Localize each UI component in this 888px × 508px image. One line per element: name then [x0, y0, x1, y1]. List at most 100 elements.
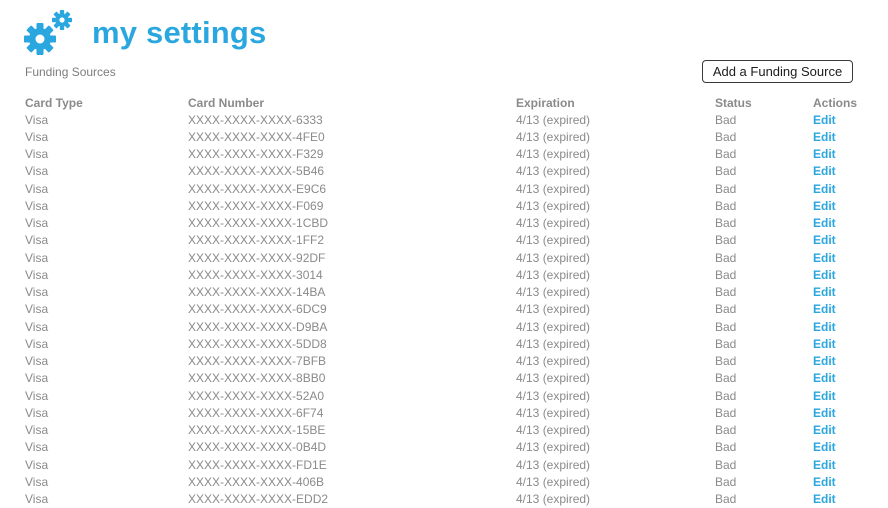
edit-link[interactable]: Edit: [813, 475, 836, 489]
table-row: Visa XXXX-XXXX-XXXX-6333 4/13 (expired) Bad…: [25, 111, 873, 128]
actions-cell: Edit: [813, 491, 873, 508]
expiration-cell: 4/13 (expired): [516, 233, 591, 248]
edit-link[interactable]: Edit: [813, 320, 836, 334]
edit-link[interactable]: Edit: [813, 302, 836, 316]
table-row: Visa XXXX-XXXX-XXXX-7BFB 4/13 (expired) Bad…: [25, 353, 873, 370]
expiration-cell: 4/13 (expired): [516, 285, 591, 300]
edit-link[interactable]: Edit: [813, 268, 836, 282]
edit-link[interactable]: Edit: [813, 147, 836, 161]
expiration-cell: 4/13 (expired): [516, 423, 591, 438]
card-number-cell: XXXX-XXXX-XXXX-D9BA: [188, 319, 328, 334]
column-header-card-number[interactable]: Card Number: [188, 94, 516, 111]
card-type-cell: Visa: [25, 371, 49, 386]
expiration-cell: 4/13 (expired): [516, 147, 591, 162]
actions-cell: Edit: [813, 128, 873, 145]
edit-link[interactable]: Edit: [813, 216, 836, 230]
actions-cell: Edit: [813, 163, 873, 180]
column-header-status[interactable]: Status: [715, 94, 813, 111]
edit-link[interactable]: Edit: [813, 337, 836, 351]
expiration-cell: 4/13 (expired): [516, 112, 591, 127]
expiration-cell: 4/13 (expired): [516, 181, 591, 196]
expiration-cell: 4/13 (expired): [516, 198, 591, 213]
table-body: Visa XXXX-XXXX-XXXX-6333 4/13 (expired) Bad…: [25, 111, 873, 508]
table-row: Visa XXXX-XXXX-XXXX-5DD8 4/13 (expired) Bad…: [25, 335, 873, 352]
card-number-cell: XXXX-XXXX-XXXX-0B4D: [188, 440, 327, 455]
card-type-cell: Visa: [25, 405, 49, 420]
status-cell: Bad: [715, 492, 737, 507]
edit-link[interactable]: Edit: [813, 164, 836, 178]
status-cell: Bad: [715, 457, 737, 472]
actions-cell: Edit: [813, 387, 873, 404]
expiration-cell: 4/13 (expired): [516, 440, 591, 455]
card-type-cell: Visa: [25, 492, 49, 507]
table-row: Visa XXXX-XXXX-XXXX-8BB0 4/13 (expired) Bad…: [25, 370, 873, 387]
actions-cell: Edit: [813, 266, 873, 283]
card-number-cell: XXXX-XXXX-XXXX-8BB0: [188, 371, 326, 386]
edit-link[interactable]: Edit: [813, 182, 836, 196]
status-cell: Bad: [715, 405, 737, 420]
edit-link[interactable]: Edit: [813, 233, 836, 247]
edit-link[interactable]: Edit: [813, 389, 836, 403]
status-cell: Bad: [715, 388, 737, 403]
card-type-cell: Visa: [25, 129, 49, 144]
card-type-cell: Visa: [25, 354, 49, 369]
edit-link[interactable]: Edit: [813, 113, 836, 127]
card-number-cell: XXXX-XXXX-XXXX-92DF: [188, 250, 326, 265]
card-number-cell: XXXX-XXXX-XXXX-E9C6: [188, 181, 327, 196]
column-header-actions: Actions: [813, 95, 858, 110]
card-type-cell: Visa: [25, 181, 49, 196]
edit-link[interactable]: Edit: [813, 458, 836, 472]
table-row: Visa XXXX-XXXX-XXXX-4FE0 4/13 (expired) Bad…: [25, 128, 873, 145]
edit-link[interactable]: Edit: [813, 199, 836, 213]
expiration-cell: 4/13 (expired): [516, 457, 591, 472]
edit-link[interactable]: Edit: [813, 130, 836, 144]
card-number-cell: XXXX-XXXX-XXXX-F329: [188, 147, 324, 162]
card-type-cell: Visa: [25, 336, 49, 351]
status-cell: Bad: [715, 474, 737, 489]
status-cell: Bad: [715, 164, 737, 179]
expiration-cell: 4/13 (expired): [516, 302, 591, 317]
card-number-cell: XXXX-XXXX-XXXX-F069: [188, 198, 324, 213]
card-type-cell: Visa: [25, 457, 49, 472]
add-funding-source-button[interactable]: Add a Funding Source: [702, 60, 853, 83]
edit-link[interactable]: Edit: [813, 492, 836, 506]
card-type-cell: Visa: [25, 147, 49, 162]
actions-cell: Edit: [813, 284, 873, 301]
card-type-cell: Visa: [25, 198, 49, 213]
card-number-cell: XXXX-XXXX-XXXX-1FF2: [188, 233, 325, 248]
table-row: Visa XXXX-XXXX-XXXX-406B 4/13 (expired) Bad…: [25, 473, 873, 490]
expiration-cell: 4/13 (expired): [516, 354, 591, 369]
edit-link[interactable]: Edit: [813, 354, 836, 368]
page-title: my settings: [92, 15, 267, 50]
edit-link[interactable]: Edit: [813, 371, 836, 385]
edit-link[interactable]: Edit: [813, 251, 836, 265]
edit-link[interactable]: Edit: [813, 406, 836, 420]
edit-link[interactable]: Edit: [813, 423, 836, 437]
edit-link[interactable]: Edit: [813, 285, 836, 299]
table-row: Visa XXXX-XXXX-XXXX-3014 4/13 (expired) Bad…: [25, 266, 873, 283]
card-number-cell: XXXX-XXXX-XXXX-52A0: [188, 388, 325, 403]
actions-cell: Edit: [813, 456, 873, 473]
column-header-expiration[interactable]: Expiration: [516, 94, 715, 111]
column-header-card-type[interactable]: Card Type: [25, 94, 188, 111]
card-type-cell: Visa: [25, 233, 49, 248]
status-cell: Bad: [715, 285, 737, 300]
expiration-cell: 4/13 (expired): [516, 129, 591, 144]
card-number-cell: XXXX-XXXX-XXXX-4FE0: [188, 129, 325, 144]
funding-sources-table: Card Type Card Number Expiration Status …: [25, 94, 873, 508]
section-subtitle: Funding Sources: [25, 65, 116, 79]
actions-cell: Edit: [813, 439, 873, 456]
card-number-cell: XXXX-XXXX-XXXX-1CBD: [188, 216, 329, 231]
expiration-cell: 4/13 (expired): [516, 336, 591, 351]
table-row: Visa XXXX-XXXX-XXXX-52A0 4/13 (expired) Bad…: [25, 387, 873, 404]
status-cell: Bad: [715, 181, 737, 196]
table-row: Visa XXXX-XXXX-XXXX-F069 4/13 (expired) Bad…: [25, 197, 873, 214]
edit-link[interactable]: Edit: [813, 440, 836, 454]
table-row: Visa XXXX-XXXX-XXXX-E9C6 4/13 (expired) Bad…: [25, 180, 873, 197]
expiration-cell: 4/13 (expired): [516, 405, 591, 420]
table-row: Visa XXXX-XXXX-XXXX-14BA 4/13 (expired) Bad…: [25, 284, 873, 301]
status-cell: Bad: [715, 216, 737, 231]
actions-cell: Edit: [813, 404, 873, 421]
card-type-cell: Visa: [25, 267, 49, 282]
expiration-cell: 4/13 (expired): [516, 250, 591, 265]
